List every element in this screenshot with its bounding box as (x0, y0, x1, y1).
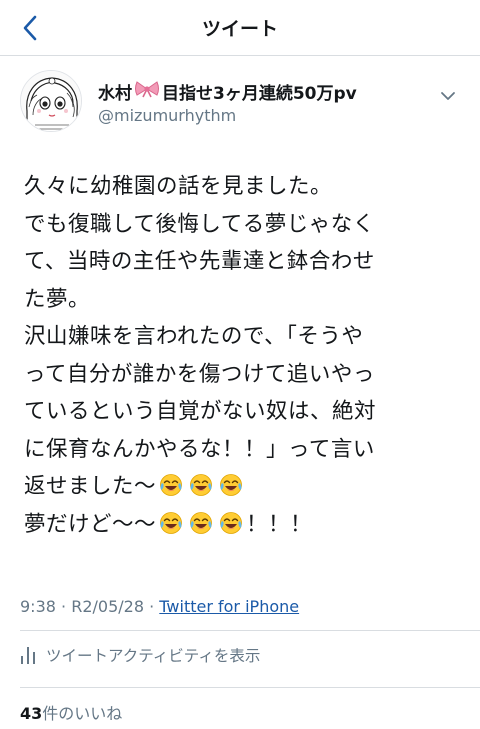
tweet-line-end: ！！！ (246, 511, 313, 537)
source-link[interactable]: Twitter for iPhone (159, 597, 299, 616)
bar-chart-icon (21, 647, 35, 664)
tweet-line: 夢だけど〜〜 ！！！ (24, 506, 464, 544)
tweet-line-text: 返せました〜 (24, 474, 157, 499)
page-title: ツイート (201, 18, 278, 40)
display-name-suffix: 目指せ3ヶ月連続50万pv (162, 84, 357, 104)
tweet-text: 久々に幼稚園の話を見ました。 でも復職して後悔してる夢じゃなく て、当時の主任や… (24, 168, 464, 543)
meta-separator: · (61, 597, 67, 616)
tweet-line: って自分が誰かを傷つけて追いやっ (24, 361, 375, 387)
likes-count: 43 (20, 704, 43, 723)
laughing-emoji-group (156, 474, 246, 499)
tweet-menu-button[interactable] (436, 84, 460, 108)
ribbon-icon (134, 80, 160, 103)
tweet-line: でも復職して後悔してる夢じゃなく (24, 211, 375, 237)
navigation-bar: ツイート (0, 0, 480, 56)
tweet-line: て、当時の主任や先輩達と鉢合わせ (24, 249, 375, 274)
tweet-time: 9:38 (20, 597, 56, 616)
tweet-line: 沢山嫌味を言われたので、「そうや (24, 324, 364, 349)
activity-label: ツイートアクティビティを表示 (46, 647, 261, 665)
tweet-line: た夢。 (24, 286, 91, 312)
meta-separator: · (149, 597, 155, 616)
divider (20, 687, 480, 688)
avatar[interactable] (20, 70, 82, 132)
face-with-tears-of-joy-icon (219, 510, 243, 534)
user-handle[interactable]: @mizumurhythm (98, 106, 236, 125)
face-with-tears-of-joy-icon (189, 510, 213, 534)
tweet-line: に保育なんかやるな！！」って言い (24, 436, 375, 462)
display-name-prefix: 水村 (98, 84, 132, 104)
tweet-meta: 9:38 · R2/05/28 · Twitter for iPhone (20, 597, 299, 616)
tweet-header: 水村 目指せ3ヶ月連続50万pv @mizumurhythm (20, 70, 460, 134)
face-with-tears-of-joy-icon (219, 472, 243, 496)
chevron-down-icon (441, 92, 455, 100)
tweet-line: ているという自覚がない奴は、絶対 (24, 399, 377, 424)
laughing-emoji-group (156, 510, 246, 537)
face-with-tears-of-joy-icon (159, 510, 183, 534)
avatar-illustration (21, 71, 81, 131)
tweet-line-text: 夢だけど〜〜 (24, 511, 157, 537)
face-with-tears-of-joy-icon (189, 472, 213, 496)
divider (20, 630, 480, 631)
tweet-line: 久々に幼稚園の話を見ました。 (24, 174, 333, 199)
tweet-date: R2/05/28 (71, 597, 145, 616)
display-name[interactable]: 水村 目指せ3ヶ月連続50万pv (98, 79, 357, 104)
likes-row[interactable]: 43件のいいね (20, 700, 122, 724)
tweet-activity-link[interactable]: ツイートアクティビティを表示 (20, 644, 260, 666)
tweet-line: 返せました〜 (24, 468, 464, 506)
face-with-tears-of-joy-icon (159, 472, 183, 496)
likes-label: 件のいいね (42, 704, 123, 723)
